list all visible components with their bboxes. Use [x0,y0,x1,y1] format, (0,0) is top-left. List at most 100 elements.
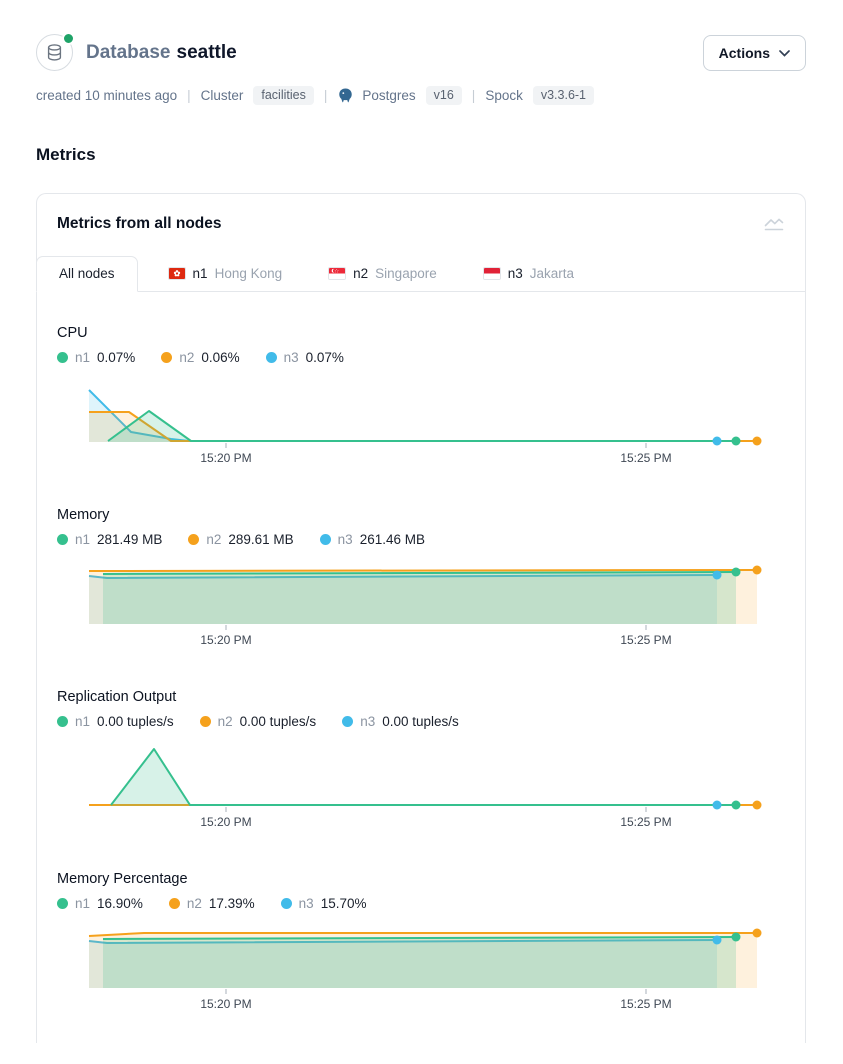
legend-node-label: n1 [75,714,90,729]
chart-title-replication-output: Replication Output [57,689,785,705]
x-axis-tick [226,807,227,812]
tab-node-location: Hong Kong [215,266,283,281]
legend-dot-icon [169,898,180,909]
x-axis-tick [646,625,647,630]
chart-legend: n116.90%n217.39%n315.70% [57,896,785,911]
indonesia-flag-icon [483,267,501,280]
postgres-version-badge: v16 [426,86,462,105]
metrics-card-title: Metrics from all nodes [57,215,222,233]
legend-dot-icon [200,716,211,727]
metrics-card-header: Metrics from all nodes [37,194,805,250]
tab-n1[interactable]: n1Hong Kong [152,257,299,291]
x-axis-tick-label: 15:25 PM [620,633,671,647]
legend-value: 16.90% [97,896,143,911]
chart-legend: n1 0.00 tuples/s n2 0.00 tuples/s n3 0.00 tup… [57,714,785,729]
chart-legend: n1281.49 MB n2 289.61 MB n3 261.46 MB [57,532,785,547]
legend-item-n1: n1281.49 MB [57,532,162,547]
legend-value: 281.49 MB [97,532,162,547]
chart-title-memory-percentage: Memory Percentage [57,871,785,887]
page-title: Database seattle [86,42,237,64]
legend-value: 0.07% [97,350,135,365]
tab-node-id: n3 [508,266,523,281]
legend-item-n2: n217.39% [169,896,255,911]
chart-section-memory-percentage: Memory Percentagen116.90%n217.39%n315.70… [37,871,805,1020]
legend-dot-icon [57,898,68,909]
x-axis-tick [646,807,647,812]
tab-node-location: Jakarta [530,266,574,281]
legend-dot-icon [266,352,277,363]
legend-dot-icon [188,534,199,545]
legend-node-label: n1 [75,350,90,365]
legend-dot-icon [57,534,68,545]
x-axis-tick [226,443,227,448]
legend-dot-icon [342,716,353,727]
metrics-card: Metrics from all nodes All nodesn1Hong K… [36,193,806,1043]
tab-node-id: n2 [353,266,368,281]
chart-title-cpu: CPU [57,325,785,341]
tab-n3[interactable]: n3 Jakarta [467,257,590,291]
chart-legend: n1 0.07% n2 0.06% n3 0.07% [57,350,785,365]
legend-node-label: n2 [218,714,233,729]
chevron-down-icon [779,50,790,57]
legend-value: 0.00 tuples/s [382,714,459,729]
legend-dot-icon [320,534,331,545]
cluster-label: Cluster [201,88,244,103]
actions-button-label: Actions [719,45,770,61]
x-axis-tick-label: 15:25 PM [620,451,671,465]
legend-item-n3: n3 261.46 MB [320,532,425,547]
x-axis-tick [646,443,647,448]
legend-dot-icon [161,352,172,363]
legend-value: 0.00 tuples/s [240,714,317,729]
singapore-flag-icon [328,267,346,280]
x-axis-tick-label: 15:20 PM [200,815,251,829]
tab-n2[interactable]: n2Singapore [312,257,453,291]
hong-kong-flag-icon [168,267,186,280]
x-axis-tick-label: 15:20 PM [200,451,251,465]
legend-node-label: n3 [284,350,299,365]
cluster-badge: facilities [253,86,313,105]
chart-plot-replication-output[interactable]: 15:20 PM15:25 PM [57,746,785,838]
legend-value: 15.70% [321,896,367,911]
legend-node-label: n2 [179,350,194,365]
x-axis-tick [226,989,227,994]
status-dot [62,32,75,45]
legend-dot-icon [57,352,68,363]
legend-value: 17.39% [209,896,255,911]
legend-value: 0.07% [306,350,344,365]
legend-item-n1: n1 0.00 tuples/s [57,714,174,729]
legend-value: 289.61 MB [228,532,293,547]
meta-separator: | [324,88,328,103]
chart-section-memory: Memoryn1281.49 MBn2289.61 MBn3261.46 MB1… [37,507,805,656]
tab-all-nodes[interactable]: All nodes [36,256,138,292]
actions-button[interactable]: Actions [703,35,806,71]
legend-item-n2: n2 289.61 MB [188,532,293,547]
meta-separator: | [187,88,191,103]
chart-plot-memory-percentage[interactable]: 15:20 PM15:25 PM [57,928,785,1020]
legend-item-n2: n2 0.06% [161,350,239,365]
legend-value: 0.00 tuples/s [97,714,174,729]
legend-item-n2: n2 0.00 tuples/s [200,714,317,729]
legend-item-n3: n3 0.07% [266,350,344,365]
legend-node-label: n3 [338,532,353,547]
legend-dot-icon [57,716,68,727]
page-header: Database seattle Actions [36,34,806,71]
legend-node-label: n3 [299,896,314,911]
legend-node-label: n2 [206,532,221,547]
database-detail-page: Database seattle Actions created 10 minut… [0,0,843,1043]
legend-item-n3: n3 15.70% [281,896,367,911]
x-axis-tick [646,989,647,994]
chart-plot-cpu[interactable]: 15:20 PM 15:25 PM [57,382,785,474]
meta-separator: | [472,88,476,103]
spock-label: Spock [485,88,523,103]
chart-plot-memory[interactable]: 15:20 PM15:25 PM [57,564,785,656]
spock-version-badge: v3.3.6-1 [533,86,594,105]
legend-node-label: n3 [360,714,375,729]
database-meta-row: created 10 minutes ago | Cluster facilit… [36,86,806,105]
metrics-heading: Metrics [36,145,806,165]
database-avatar [36,34,73,71]
legend-item-n1: n1 0.07% [57,350,135,365]
legend-value: 261.46 MB [360,532,425,547]
database-name: seattle [177,42,237,63]
entity-type-label: Database [86,42,171,63]
legend-value: 0.06% [201,350,239,365]
